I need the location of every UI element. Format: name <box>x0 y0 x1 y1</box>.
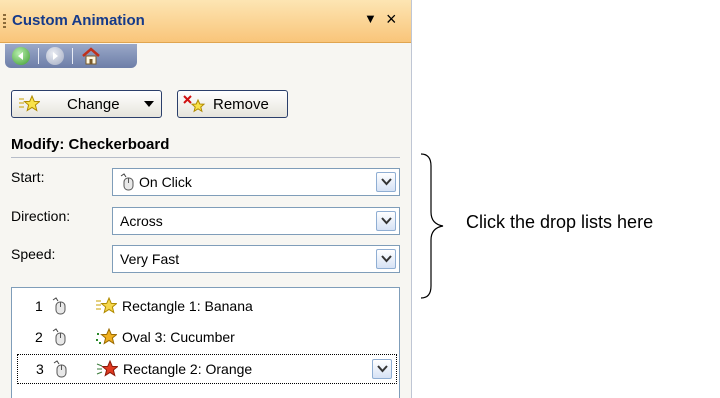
change-button-label: Change <box>67 96 120 113</box>
mouse-icon <box>120 173 134 191</box>
custom-animation-panel: Custom Animation ▼ × Change Remove Modif… <box>0 0 412 398</box>
start-label: Start: <box>11 169 45 185</box>
task-pane-titlebar: Custom Animation ▼ × <box>0 0 411 43</box>
section-divider <box>11 157 400 158</box>
list-item-number: 2 <box>35 329 43 345</box>
mouse-icon <box>52 297 66 315</box>
task-pane-menu-button[interactable]: ▼ <box>364 9 377 29</box>
speed-dropdown-button[interactable] <box>376 249 396 269</box>
list-item-name: Oval 3: Cucumber <box>122 329 235 345</box>
mouse-icon <box>53 360 67 378</box>
direction-value: Across <box>120 213 163 229</box>
speed-dropdown[interactable]: Very Fast <box>112 245 400 273</box>
star-effect-icon <box>19 95 40 112</box>
modify-heading: Modify: Checkerboard <box>11 136 170 153</box>
curly-brace-annotation <box>420 153 444 299</box>
close-button[interactable]: × <box>386 9 397 29</box>
start-value: On Click <box>139 174 192 190</box>
mouse-icon <box>52 328 66 346</box>
task-pane-nav-bar <box>5 44 137 68</box>
entrance-effect-icon <box>96 296 117 314</box>
list-item-dropdown-button[interactable] <box>372 359 392 379</box>
start-dropdown-button[interactable] <box>376 172 396 192</box>
panel-title: Custom Animation <box>12 12 145 29</box>
annotation-text: Click the drop lists here <box>466 212 654 232</box>
speed-value: Very Fast <box>120 251 180 267</box>
entrance-effect-icon <box>96 327 117 345</box>
change-effect-button[interactable]: Change <box>11 90 162 118</box>
direction-dropdown-button[interactable] <box>376 211 396 231</box>
back-icon[interactable] <box>12 47 30 65</box>
list-item-number: 3 <box>36 361 44 377</box>
entrance-effect-icon <box>96 359 118 377</box>
chevron-down-icon <box>381 178 392 186</box>
list-item-number: 1 <box>35 298 43 314</box>
forward-icon[interactable] <box>46 47 64 65</box>
chevron-down-icon <box>381 217 392 225</box>
direction-label: Direction: <box>11 208 71 224</box>
chevron-down-icon <box>377 365 388 373</box>
remove-button[interactable]: Remove <box>177 90 288 118</box>
list-item-name: Rectangle 1: Banana <box>122 298 253 314</box>
animation-order-list[interactable]: 1 Rectangle 1: Banana 2 Oval 3: Cucumber… <box>11 287 400 398</box>
list-item[interactable]: 2 Oval 3: Cucumber <box>17 323 397 353</box>
direction-dropdown[interactable]: Across <box>112 207 400 235</box>
home-icon[interactable] <box>81 46 101 66</box>
grip-handle[interactable] <box>3 14 6 30</box>
list-item-selected[interactable]: 3 Rectangle 2: Orange <box>17 354 397 384</box>
list-item[interactable]: 1 Rectangle 1: Banana <box>17 292 397 322</box>
speed-label: Speed: <box>11 246 56 262</box>
list-item-name: Rectangle 2: Orange <box>123 361 253 377</box>
chevron-down-icon <box>381 255 392 263</box>
remove-effect-icon <box>183 95 206 113</box>
start-dropdown[interactable]: On Click <box>112 168 400 196</box>
chevron-down-icon <box>144 101 154 107</box>
remove-button-label: Remove <box>213 96 269 113</box>
